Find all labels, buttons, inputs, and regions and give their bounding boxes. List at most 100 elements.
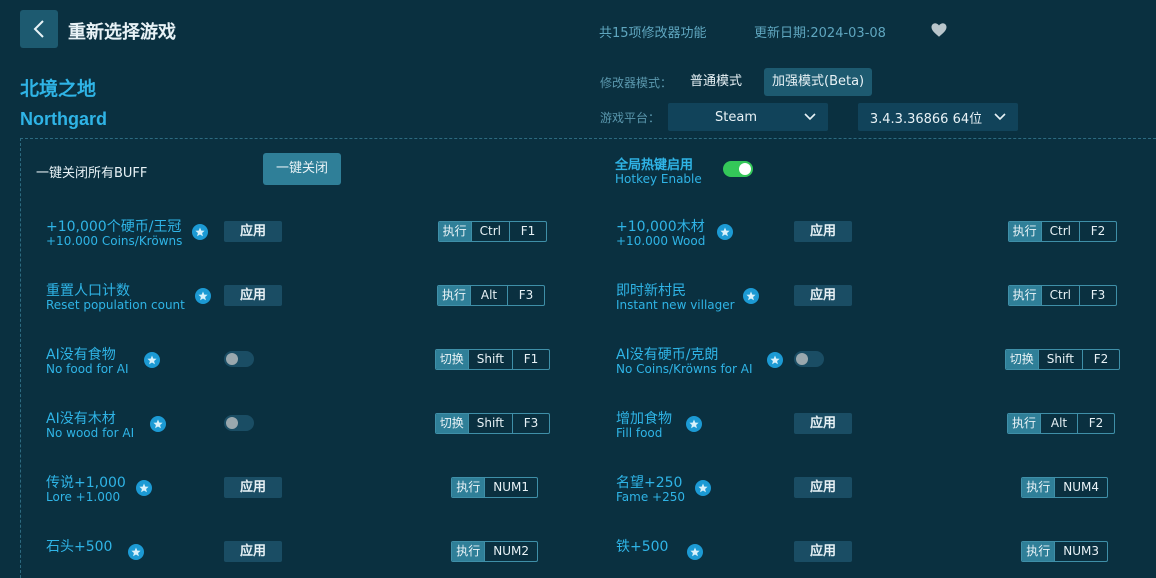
apply-button[interactable]: 应用 [794, 413, 852, 434]
apply-button[interactable]: 应用 [224, 285, 282, 306]
feature-name-en: Instant new villager [616, 298, 735, 312]
hotkey-key: F2 [1077, 414, 1114, 433]
hotkey-group[interactable]: 切换 Shift F1 [434, 349, 550, 370]
feature-name-en: Reset population count [46, 298, 185, 312]
apply-button[interactable]: 应用 [224, 541, 282, 562]
star-icon[interactable] [128, 544, 144, 560]
game-name-cn: 北境之地 [20, 78, 97, 100]
heart-icon[interactable] [930, 21, 948, 39]
feature-toggle[interactable] [224, 415, 254, 431]
feature-name-cn: 名望+250 [616, 475, 683, 491]
star-icon[interactable] [743, 288, 759, 304]
hotkey-action: 切换 [1005, 350, 1038, 369]
feature-toggle[interactable] [224, 351, 254, 367]
hotkey-label-en: Hotkey Enable [615, 172, 702, 186]
close-all-button[interactable]: 一键关闭 [263, 153, 341, 185]
hotkey-action: 执行 [452, 542, 485, 561]
hotkey-group[interactable]: 执行 Alt F2 [1006, 413, 1115, 434]
star-icon[interactable] [695, 480, 711, 496]
hotkey-action: 执行 [437, 286, 470, 305]
chevron-left-icon [33, 20, 44, 38]
feature-name-cn: 即时新村民 [616, 283, 686, 299]
feature-toggle[interactable] [794, 351, 824, 367]
feature-name-en: +10.000 Wood [616, 234, 706, 248]
apply-button[interactable]: 应用 [794, 285, 852, 306]
hotkey-action: 执行 [452, 478, 485, 497]
hotkey-key: NUM3 [1054, 542, 1107, 561]
feature-name-en: No wood for AI [46, 426, 135, 440]
platform-label: 游戏平台： [600, 111, 661, 125]
feature-name-en: Lore +1.000 [46, 490, 121, 504]
page-title: 重新选择游戏 [68, 22, 176, 43]
star-icon[interactable] [150, 416, 166, 432]
hotkey-key: Shift [467, 350, 512, 369]
star-icon[interactable] [687, 544, 703, 560]
hotkey-key: F3 [512, 414, 549, 433]
hotkey-action: 执行 [1007, 414, 1040, 433]
features-panel [20, 138, 1156, 578]
normal-mode-button[interactable]: 普通模式 [682, 68, 750, 96]
hotkey-group[interactable]: 执行 NUM1 [451, 477, 538, 498]
feature-count: 共15项修改器功能 [599, 26, 707, 41]
beta-mode-button[interactable]: 加强模式(Beta) [764, 68, 873, 96]
hotkey-action: 执行 [1022, 478, 1055, 497]
hotkey-group[interactable]: 执行 NUM4 [1021, 477, 1108, 498]
feature-name-en: +10.000 Coins/Kröwns [46, 234, 183, 248]
platform-value: Steam [715, 109, 757, 125]
hotkey-key: F3 [507, 286, 544, 305]
feature-name-cn: 铁+500 [616, 539, 669, 555]
apply-button[interactable]: 应用 [794, 477, 852, 498]
hotkey-group[interactable]: 执行 Ctrl F3 [1007, 285, 1117, 306]
star-icon[interactable] [195, 288, 211, 304]
hotkey-key: NUM2 [484, 542, 537, 561]
star-icon[interactable] [136, 480, 152, 496]
apply-button[interactable]: 应用 [224, 477, 282, 498]
hotkey-action: 执行 [438, 222, 471, 241]
star-icon[interactable] [144, 352, 160, 368]
star-icon[interactable] [767, 352, 783, 368]
version-select[interactable]: 3.4.3.36866 64位 [858, 103, 1018, 131]
hotkey-group[interactable]: 执行 Ctrl F2 [1007, 221, 1117, 242]
hotkey-group[interactable]: 切换 Shift F3 [434, 413, 550, 434]
feature-name-cn: 增加食物 [616, 411, 672, 427]
hotkey-group[interactable]: 执行 Alt F3 [436, 285, 545, 306]
platform-select[interactable]: Steam [668, 103, 828, 131]
star-icon[interactable] [717, 224, 733, 240]
hotkey-group[interactable]: 执行 NUM2 [451, 541, 538, 562]
update-date: 更新日期:2024-03-08 [754, 26, 886, 41]
hotkey-action: 切换 [435, 414, 468, 433]
feature-name-cn: +10,000个硬币/王冠 [46, 219, 182, 235]
apply-button[interactable]: 应用 [224, 221, 282, 242]
feature-name-cn: 石头+500 [46, 539, 113, 555]
mode-label: 修改器模式： [600, 76, 673, 90]
star-icon[interactable] [686, 416, 702, 432]
hotkey-key: F2 [1079, 222, 1116, 241]
version-value: 3.4.3.36866 64位 [869, 111, 983, 127]
feature-name-en: Fill food [616, 426, 663, 440]
hotkey-key: F3 [1079, 286, 1116, 305]
hotkey-key: F1 [509, 222, 546, 241]
hotkey-group[interactable]: 执行 Ctrl F1 [437, 221, 547, 242]
game-name-en: Northgard [20, 109, 107, 129]
star-icon[interactable] [192, 224, 208, 240]
feature-name-en: No Coins/Kröwns for AI [616, 362, 753, 376]
apply-button[interactable]: 应用 [794, 221, 852, 242]
hotkey-key: Ctrl [470, 222, 509, 241]
hotkey-label-cn: 全局热键启用 [615, 158, 694, 173]
hotkey-group[interactable]: 执行 NUM3 [1021, 541, 1108, 562]
hotkey-key: Shift [467, 414, 512, 433]
feature-name-cn: +10,000木材 [616, 219, 705, 235]
hotkey-action: 切换 [435, 350, 468, 369]
hotkey-key: F2 [1082, 350, 1119, 369]
feature-name-cn: 重置人口计数 [46, 283, 130, 299]
chevron-down-icon [804, 113, 816, 121]
buff-label: 一键关闭所有BUFF [36, 166, 148, 181]
hotkey-group[interactable]: 切换 Shift F2 [1004, 349, 1120, 370]
hotkey-key: NUM4 [1054, 478, 1107, 497]
hotkey-key: Ctrl [1040, 286, 1079, 305]
hotkey-toggle[interactable] [723, 161, 753, 177]
back-button[interactable] [20, 10, 58, 48]
apply-button[interactable]: 应用 [794, 541, 852, 562]
hotkey-key: Ctrl [1040, 222, 1079, 241]
feature-name-cn: AI没有食物 [46, 347, 116, 363]
